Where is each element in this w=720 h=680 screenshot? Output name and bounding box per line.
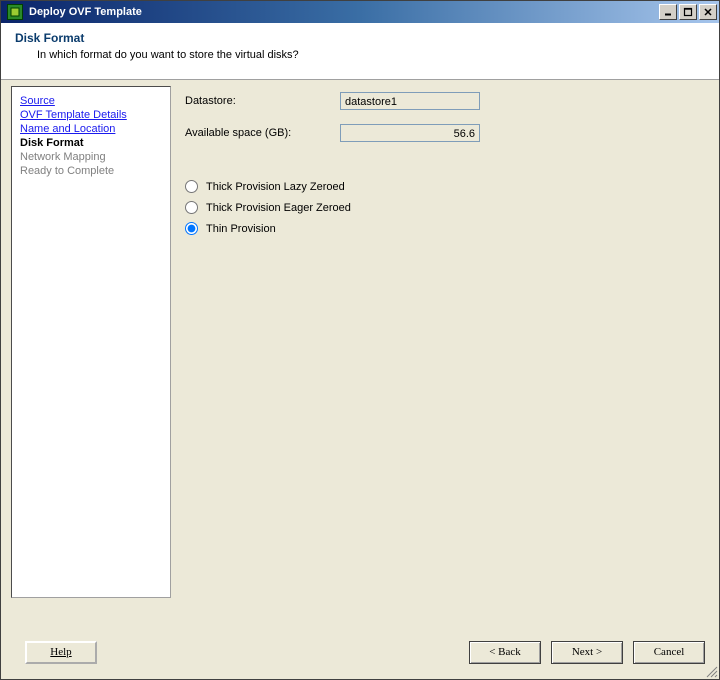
datastore-label: Datastore: — [185, 95, 340, 107]
resize-grip[interactable] — [704, 664, 718, 678]
close-button[interactable] — [699, 4, 717, 20]
provision-option[interactable]: Thick Provision Eager Zeroed — [185, 201, 705, 214]
wizard-body: Source OVF Template Details Name and Locat… — [1, 80, 719, 598]
wizard-step-network-mapping: Network Mapping — [20, 151, 162, 163]
wizard-steps: Source OVF Template Details Name and Locat… — [11, 86, 171, 598]
provision-option-label: Thin Provision — [206, 223, 276, 235]
wizard-step-name-and-location[interactable]: Name and Location — [20, 123, 162, 135]
titlebar: Deploy OVF Template — [1, 1, 719, 23]
provision-radio[interactable] — [185, 222, 198, 235]
minimize-button[interactable] — [659, 4, 677, 20]
wizard-step-ovf-template-details[interactable]: OVF Template Details — [20, 109, 162, 121]
deploy-ovf-window: Deploy OVF Template Disk Format In which… — [0, 0, 720, 680]
app-icon — [7, 4, 23, 20]
provision-option[interactable]: Thick Provision Lazy Zeroed — [185, 180, 705, 193]
wizard-header: Disk Format In which format do you want … — [1, 23, 719, 80]
main-panel: Datastore: datastore1 Available space (G… — [171, 80, 719, 598]
cancel-button[interactable]: Cancel — [633, 641, 705, 664]
wizard-step-source[interactable]: Source — [20, 95, 162, 107]
provision-radio[interactable] — [185, 180, 198, 193]
next-button[interactable]: Next > — [551, 641, 623, 664]
available-space-row: Available space (GB): 56.6 — [185, 124, 705, 142]
provision-option[interactable]: Thin Provision — [185, 222, 705, 235]
provision-options: Thick Provision Lazy Zeroed Thick Provisi… — [185, 180, 705, 235]
maximize-button[interactable] — [679, 4, 697, 20]
provision-option-label: Thick Provision Lazy Zeroed — [206, 181, 345, 193]
back-button[interactable]: < Back — [469, 641, 541, 664]
help-button[interactable]: Help — [25, 641, 97, 664]
datastore-row: Datastore: datastore1 — [185, 92, 705, 110]
provision-option-label: Thick Provision Eager Zeroed — [206, 202, 351, 214]
datastore-value: datastore1 — [340, 92, 480, 110]
provision-radio[interactable] — [185, 201, 198, 214]
page-subtitle: In which format do you want to store the… — [15, 45, 705, 61]
window-title: Deploy OVF Template — [27, 6, 659, 18]
available-space-value: 56.6 — [340, 124, 480, 142]
available-space-label: Available space (GB): — [185, 127, 340, 139]
wizard-step-ready-to-complete: Ready to Complete — [20, 165, 162, 177]
page-title: Disk Format — [15, 31, 705, 45]
window-buttons — [659, 4, 717, 20]
wizard-step-disk-format: Disk Format — [20, 137, 162, 149]
wizard-footer: Help < Back Next > Cancel — [1, 633, 719, 679]
